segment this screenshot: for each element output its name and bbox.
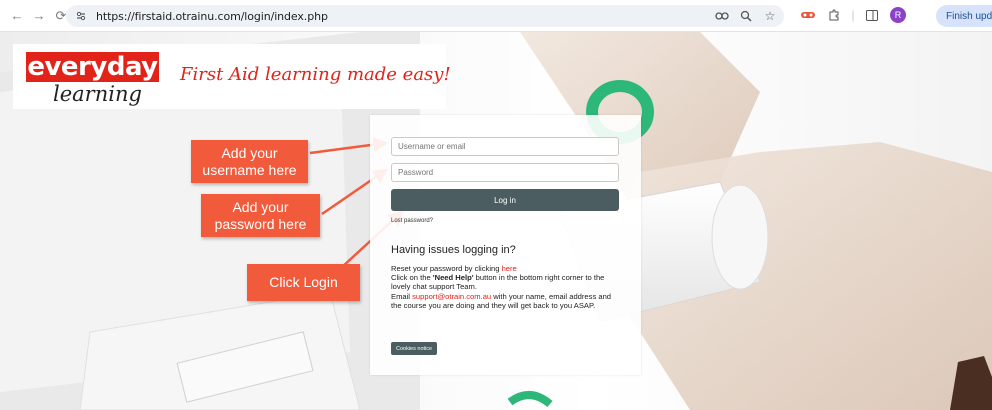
username-input[interactable] (391, 137, 619, 156)
divider-icon: | (851, 8, 855, 22)
callout-password: Add your password here (201, 194, 320, 237)
url-text[interactable]: https://firstaid.otrainu.com/login/index… (96, 10, 328, 23)
lost-password-link[interactable]: Lost password? (391, 218, 433, 224)
browser-toolbar: ← → ⟳ https://firstaid.otrainu.com/login… (0, 0, 992, 32)
extension-icon[interactable] (800, 7, 816, 23)
back-icon[interactable]: ← (8, 7, 26, 25)
forward-icon[interactable]: → (30, 7, 48, 25)
help-text: Reset your password by clicking here Cli… (391, 264, 623, 310)
page-content: everyday learning First Aid learning mad… (0, 32, 992, 410)
reset-password-link[interactable]: here (502, 264, 517, 273)
logo-learning: learning (53, 82, 142, 106)
password-key-icon[interactable] (714, 8, 730, 24)
finish-update-button[interactable]: Finish update (936, 5, 992, 27)
brand-logo-banner: everyday learning First Aid learning mad… (13, 44, 451, 109)
address-bar[interactable]: https://firstaid.otrainu.com/login/index… (66, 5, 784, 27)
zoom-icon[interactable] (738, 8, 754, 24)
bookmark-star-icon[interactable]: ☆ (762, 8, 778, 24)
login-panel: Log in Lost password? Having issues logg… (370, 115, 641, 375)
need-help-line: Click on the 'Need Help' button in the b… (391, 273, 605, 292)
puzzle-icon[interactable] (826, 7, 842, 23)
support-email-link[interactable]: support@otrain.com.au (412, 292, 491, 301)
login-button[interactable]: Log in (391, 189, 619, 211)
callout-username: Add your username here (191, 140, 308, 183)
email-support-line: Email support@otrain.com.au with your na… (391, 291, 612, 310)
profile-avatar[interactable]: R (890, 7, 906, 23)
password-input[interactable] (391, 163, 619, 182)
cookies-notice-button[interactable]: Cookies notice (391, 342, 438, 355)
tagline: First Aid learning made easy! (180, 64, 451, 85)
site-info-icon[interactable] (74, 9, 88, 23)
reset-password-line: Reset your password by clicking here (391, 264, 517, 273)
logo-everyday: everyday (26, 52, 159, 82)
callout-login: Click Login (247, 264, 360, 301)
sidebar-icon[interactable] (864, 7, 880, 23)
help-heading: Having issues logging in? (391, 244, 516, 256)
